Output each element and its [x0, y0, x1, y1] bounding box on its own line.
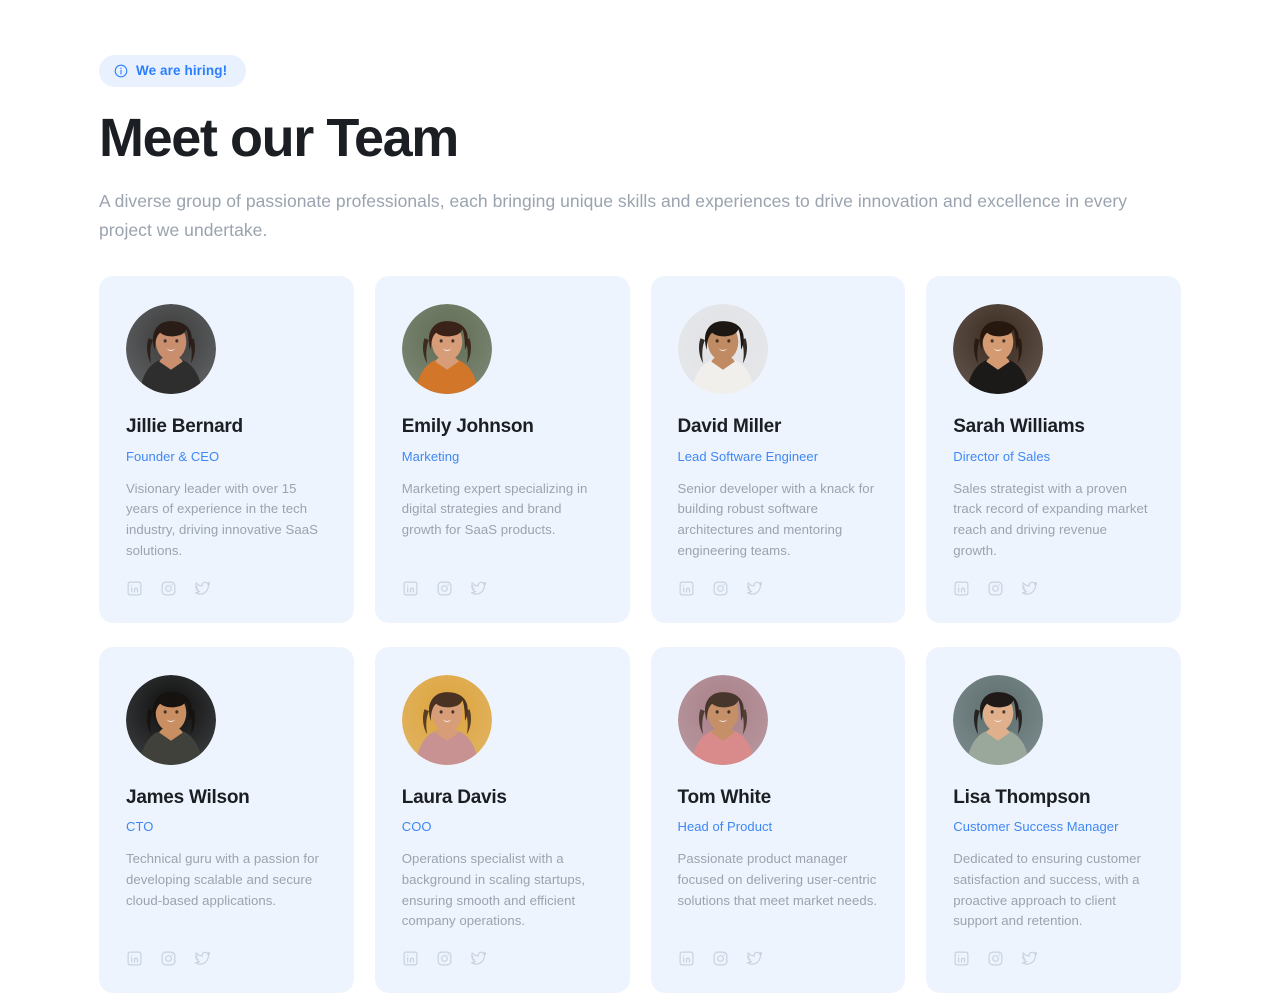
member-name: Laura Davis: [401, 786, 507, 808]
linkedin-icon[interactable]: [953, 950, 970, 967]
social-links: [953, 562, 1154, 597]
avatar: [953, 674, 1044, 765]
team-member-card[interactable]: Emily Johnson Marketing Marketing expert…: [374, 276, 630, 623]
page-subtitle: A diverse group of passionate profession…: [99, 191, 1128, 240]
twitter-icon[interactable]: [194, 950, 211, 967]
member-role: CTO: [126, 819, 154, 835]
team-grid: Jillie Bernard Founder & CEO Visionary l…: [99, 276, 1181, 994]
social-links: [126, 562, 327, 597]
instagram-icon[interactable]: [712, 950, 729, 967]
avatar: [401, 674, 492, 765]
avatar: [126, 304, 216, 394]
team-member-card[interactable]: Sarah Williams Director of Sales Sales s…: [926, 276, 1181, 623]
member-role: Director of Sales: [953, 448, 1051, 464]
hiring-badge[interactable]: We are hiring!: [99, 55, 247, 87]
team-member-card[interactable]: Lisa Thompson Customer Success Manager D…: [926, 646, 1181, 994]
member-bio: Technical guru with a passion for develo…: [126, 851, 319, 908]
member-name: Sarah Williams: [953, 416, 1085, 437]
social-links: [678, 562, 879, 597]
twitter-icon[interactable]: [746, 950, 763, 967]
team-page: We are hiring! Meet our Team A diverse g…: [0, 0, 1280, 994]
twitter-icon[interactable]: [194, 580, 211, 597]
twitter-icon[interactable]: [746, 580, 763, 597]
member-name: Jillie Bernard: [126, 416, 243, 437]
member-name: Lisa Thompson: [953, 786, 1091, 808]
instagram-icon[interactable]: [987, 950, 1004, 967]
member-role: Head of Product: [677, 819, 773, 835]
linkedin-icon[interactable]: [953, 580, 970, 597]
member-role: Customer Success Manager: [953, 819, 1119, 835]
info-circle-icon: [114, 64, 128, 78]
member-role: Marketing: [401, 448, 460, 464]
team-member-card[interactable]: Jillie Bernard Founder & CEO Visionary l…: [99, 276, 354, 623]
member-bio: Operations specialist with a background …: [401, 851, 586, 929]
team-member-card[interactable]: David Miller Lead Software Engineer Seni…: [650, 276, 906, 623]
member-role: Lead Software Engineer: [677, 448, 819, 464]
twitter-icon[interactable]: [1021, 950, 1038, 967]
twitter-icon[interactable]: [1021, 580, 1038, 597]
member-name: David Miller: [677, 416, 782, 437]
twitter-icon[interactable]: [470, 950, 487, 967]
member-role: Founder & CEO: [126, 448, 220, 464]
hiring-badge-label: We are hiring!: [136, 63, 228, 79]
instagram-icon[interactable]: [987, 580, 1004, 597]
member-bio: Sales strategist with a proven track rec…: [953, 480, 1148, 558]
avatar: [401, 304, 492, 394]
page-title: Meet our Team: [99, 108, 459, 168]
member-bio: Passionate product manager focused on de…: [677, 851, 878, 908]
social-links: [402, 562, 603, 597]
instagram-icon[interactable]: [436, 580, 453, 597]
member-name: Tom White: [677, 786, 772, 808]
member-role: COO: [401, 819, 432, 835]
social-links: [953, 932, 1154, 967]
member-bio: Senior developer with a knack for buildi…: [677, 480, 875, 558]
team-member-card[interactable]: Laura Davis COO Operations specialist wi…: [374, 646, 630, 994]
social-links: [126, 932, 327, 967]
linkedin-icon[interactable]: [678, 950, 695, 967]
avatar: [677, 304, 768, 394]
member-name: Emily Johnson: [401, 416, 534, 437]
instagram-icon[interactable]: [160, 950, 177, 967]
avatar: [677, 674, 768, 765]
instagram-icon[interactable]: [436, 950, 453, 967]
member-bio: Visionary leader with over 15 years of e…: [126, 480, 318, 558]
linkedin-icon[interactable]: [126, 950, 143, 967]
linkedin-icon[interactable]: [678, 580, 695, 597]
linkedin-icon[interactable]: [402, 580, 419, 597]
instagram-icon[interactable]: [712, 580, 729, 597]
team-member-card[interactable]: James Wilson CTO Technical guru with a p…: [99, 646, 354, 994]
linkedin-icon[interactable]: [126, 580, 143, 597]
team-member-card[interactable]: Tom White Head of Product Passionate pro…: [650, 646, 906, 994]
social-links: [678, 932, 879, 967]
avatar: [953, 304, 1044, 394]
twitter-icon[interactable]: [470, 580, 487, 597]
social-links: [402, 932, 603, 967]
linkedin-icon[interactable]: [402, 950, 419, 967]
instagram-icon[interactable]: [160, 580, 177, 597]
member-bio: Dedicated to ensuring customer satisfact…: [953, 851, 1141, 929]
member-bio: Marketing expert specializing in digital…: [401, 480, 588, 538]
member-name: James Wilson: [126, 786, 250, 808]
avatar: [126, 674, 216, 765]
